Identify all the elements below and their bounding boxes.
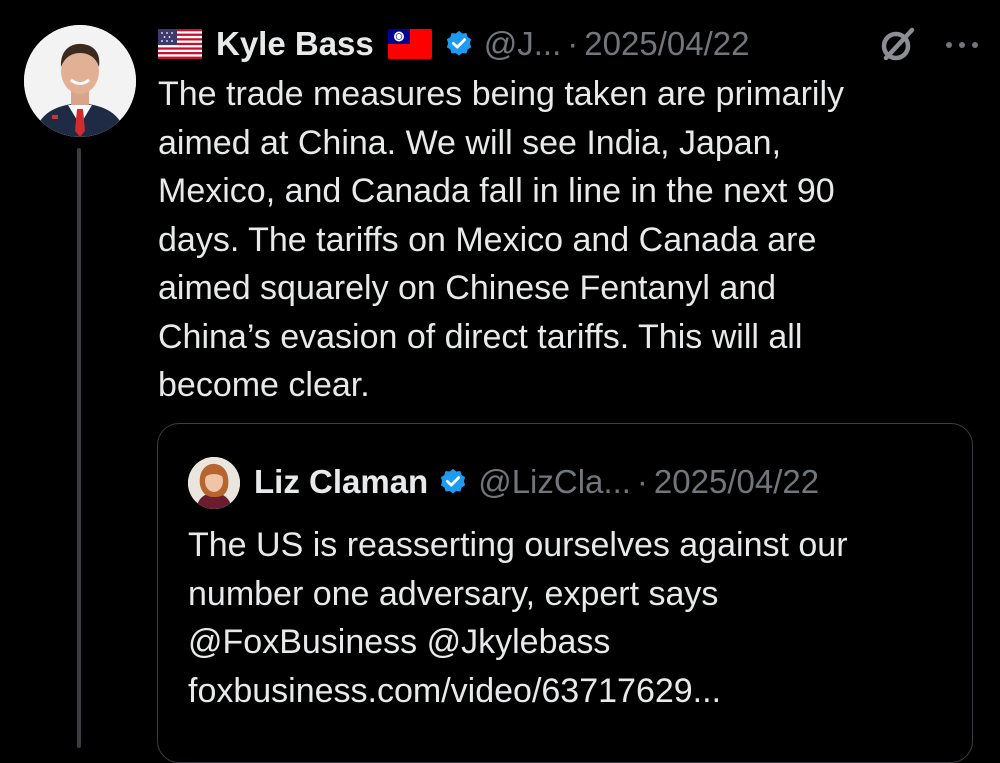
author-handle[interactable]: @J... [484, 25, 562, 63]
tweet-text-line: days. The tariffs on Mexico and Canada a… [158, 220, 817, 259]
quoted-author-handle[interactable]: @LizCla... [478, 463, 631, 501]
tweet-date[interactable]: 2025/04/22 [584, 25, 749, 63]
tweet-text: The trade measures being taken are prima… [158, 70, 958, 410]
quoted-author-name[interactable]: Liz Claman [254, 463, 428, 501]
quoted-tweet-header: Liz Claman @LizCla... · 2025/04/22 [254, 460, 819, 504]
separator-dot: · [567, 25, 579, 62]
quoted-text-line: @FoxBusiness @Jkylebass [188, 623, 611, 661]
grok-icon[interactable] [878, 24, 918, 64]
tweet-text-line: aimed squarely on Chinese Fentanyl and [158, 269, 777, 307]
verified-badge-icon [438, 467, 468, 497]
avatar[interactable] [24, 25, 136, 137]
tweet-header: Kyle Bass @J... · 2025/04/22 [158, 22, 980, 66]
us-flag-icon [158, 29, 202, 59]
thread-line [77, 148, 81, 748]
author-name[interactable]: Kyle Bass [216, 25, 374, 63]
tweet-text-line: aimed at China. We will see India, Japan… [158, 123, 782, 162]
quoted-link[interactable]: foxbusiness.com/video/63717629... [188, 667, 958, 716]
quoted-text-line: The US is reasserting ourselves against … [188, 526, 848, 564]
quoted-tweet-date[interactable]: 2025/04/22 [654, 463, 819, 501]
more-options-icon[interactable] [944, 38, 980, 50]
tweet-text-line: become clear. [158, 366, 370, 404]
quoted-text-line: number one adversary, expert says [188, 574, 719, 613]
separator-dot: · [636, 463, 648, 500]
quoted-tweet-card[interactable]: Liz Claman @LizCla... · 2025/04/22 The U… [157, 423, 973, 763]
quoted-avatar[interactable] [188, 457, 240, 509]
tweet-text-line: China’s evasion of direct tariffs. This … [158, 317, 803, 356]
tweet-text-line: Mexico, and Canada fall in line in the n… [158, 172, 835, 210]
quoted-tweet-text: The US is reasserting ourselves against … [188, 521, 958, 715]
taiwan-flag-icon [387, 29, 432, 59]
verified-badge-icon [444, 29, 474, 59]
tweet-text-line: The trade measures being taken are prima… [158, 75, 844, 113]
